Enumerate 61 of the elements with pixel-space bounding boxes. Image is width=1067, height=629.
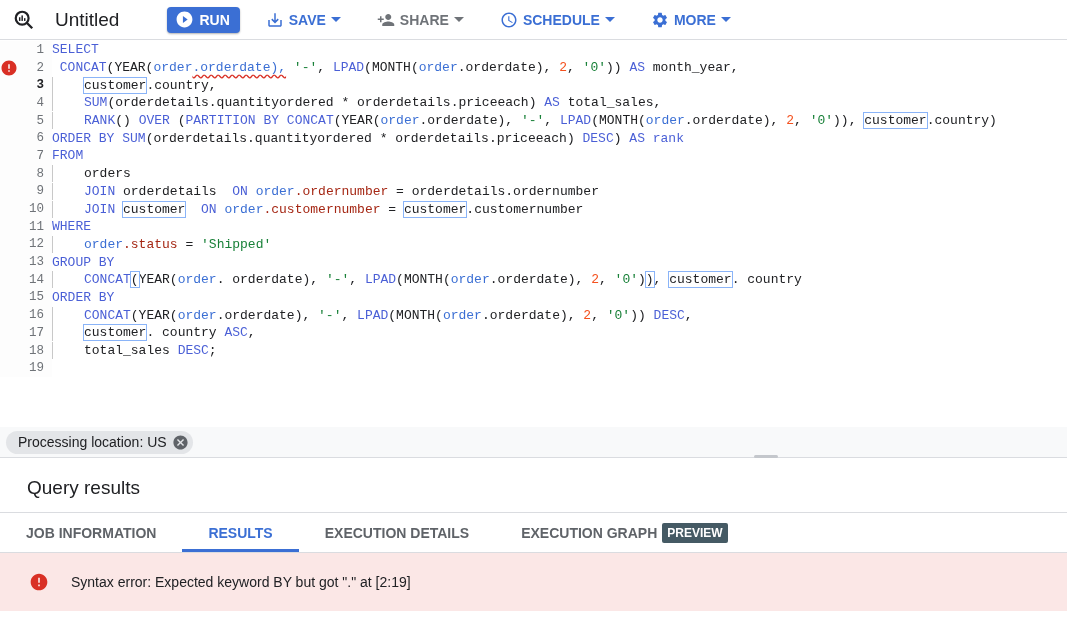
results-tab[interactable]: JOB INFORMATION (0, 513, 183, 552)
resize-handle[interactable] (754, 455, 778, 458)
query-title: Untitled (55, 8, 120, 31)
line-number: 2 (36, 60, 44, 75)
line-number: 5 (36, 113, 44, 128)
code-line: SELECT (52, 41, 99, 59)
line-number: 16 (29, 308, 44, 323)
code-line: CONCAT(YEAR(order.orderdate), '-', LPAD(MONTH(order.orderdate), 2, '0')) DESC, (52, 306, 693, 324)
preview-badge: PREVIEW (662, 522, 728, 543)
line-number: 7 (36, 148, 44, 163)
settings-icon (650, 10, 669, 29)
code-line: ORDER BY SUM(orderdetails.quantityordered * orderdetails.priceeach) DESC) AS rank (52, 129, 684, 147)
line-number: 13 (29, 255, 44, 270)
line-number: 14 (29, 272, 44, 287)
chip-label: Processing location: US (18, 434, 167, 450)
line-number: 8 (36, 166, 44, 181)
code-line: CONCAT(YEAR(order.orderdate), '-', LPAD(MONTH(order.orderdate), 2, '0')) AS month_year, (58, 59, 739, 77)
code-line: WHERE (52, 218, 91, 236)
line-number: 11 (29, 219, 44, 234)
results-tab[interactable]: EXECUTION GRAPH PREVIEW (495, 513, 754, 552)
close-icon[interactable] (171, 433, 189, 451)
code-line: JOIN orderdetails ON order.ordernumber = orderdetails.ordernumber (52, 182, 599, 200)
toolbar-button[interactable]: SAVE (257, 6, 351, 33)
line-number: 12 (29, 237, 44, 252)
line-number: 15 (29, 290, 44, 305)
toolbar-button[interactable]: MORE (642, 6, 741, 33)
play-icon (175, 10, 195, 29)
line-number: 6 (36, 131, 44, 146)
tab-label: EXECUTION GRAPH (521, 524, 658, 541)
code-line: JOIN customer ON order.customernumber = customer.customernumber (52, 200, 584, 218)
caret-icon (720, 17, 731, 22)
code-line: customer. country ASC, (52, 324, 256, 342)
download-icon (265, 10, 284, 29)
line-number: 17 (29, 325, 44, 340)
code-line: FROM (52, 147, 84, 165)
error-icon (29, 572, 49, 592)
code-line: order.status = 'Shipped' (52, 235, 272, 253)
caret-icon (453, 17, 464, 22)
line-number: 1 (36, 42, 44, 57)
line-number: 18 (29, 343, 44, 358)
toolbar-button[interactable]: SCHEDULE (491, 6, 625, 33)
results-title: Query results (0, 464, 1067, 513)
line-number: 4 (36, 95, 44, 110)
code-line: ORDER BY (52, 288, 115, 306)
caret-icon (604, 17, 615, 22)
caret-icon (330, 17, 341, 22)
error-message: Syntax error: Expected keyword BY but got "." at [2:19] (71, 574, 411, 590)
line-number: 10 (29, 202, 44, 217)
results-tab[interactable]: EXECUTION DETAILS (298, 513, 496, 552)
run-button[interactable]: RUN (167, 6, 240, 33)
clock-icon (499, 10, 518, 29)
line-number: 19 (29, 361, 44, 376)
line-number: 3 (36, 78, 44, 93)
code-line: RANK() OVER (PARTITION BY CONCAT(YEAR(order.orderdate), '-', LPAD(MONTH(order.orderdate), 2, '0')), customer.country) (52, 112, 997, 130)
code-line: GROUP BY (52, 253, 115, 271)
code-line: total_sales DESC; (52, 342, 217, 360)
code-line: SUM(orderdetails.quantityordered * orderdetails.priceeach) AS total_sales, (52, 94, 662, 112)
code-line: orders (52, 165, 131, 183)
code-line: customer.country, (52, 76, 217, 94)
query-magnifier-icon (13, 8, 35, 31)
line-number: 9 (36, 184, 44, 199)
